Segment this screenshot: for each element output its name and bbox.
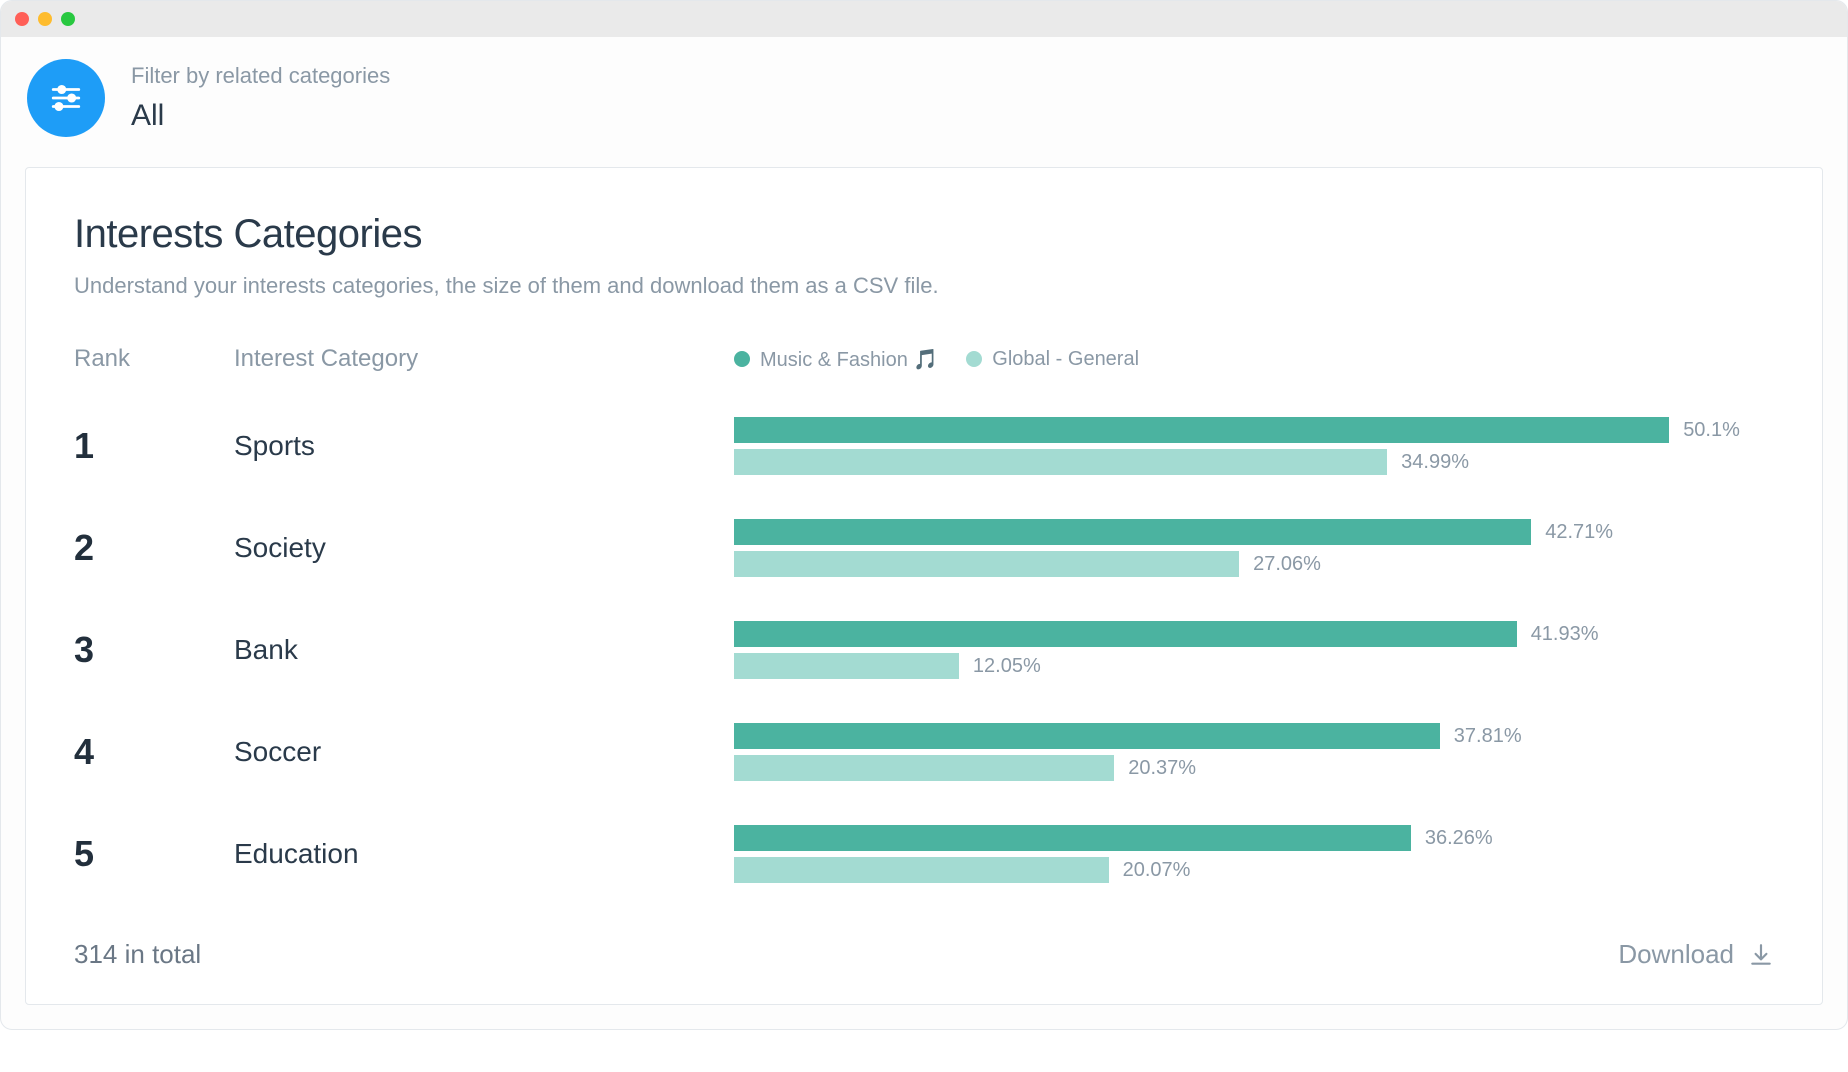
category-name: Society — [234, 532, 326, 563]
legend-primary: Music & Fashion 🎵 — [734, 347, 938, 372]
table-row: 2 Society 42.71% 27.06% — [74, 519, 1774, 577]
filter-selector[interactable]: Filter by related categories All — [131, 63, 390, 133]
table-row: 5 Education 36.26% 20.07% — [74, 825, 1774, 883]
bar-fill — [734, 857, 1109, 883]
titlebar — [1, 1, 1847, 37]
legend-primary-label: Music & Fashion 🎵 — [760, 347, 938, 372]
bar-fill — [734, 449, 1387, 475]
table-row: 4 Soccer 37.81% 20.37% — [74, 723, 1774, 781]
bar-fill — [734, 755, 1114, 781]
legend-secondary: Global - General — [966, 348, 1139, 371]
bar-primary: 37.81% — [734, 723, 1774, 749]
bar-fill — [734, 417, 1669, 443]
bar-value-label: 27.06% — [1253, 553, 1321, 576]
bar-value-label: 20.37% — [1128, 757, 1196, 780]
filter-icon[interactable] — [27, 59, 105, 137]
table-header: Rank Interest Category Music & Fashion 🎵… — [74, 345, 1774, 373]
download-button[interactable]: Download — [1618, 939, 1774, 970]
bar-fill — [734, 621, 1517, 647]
bar-fill — [734, 825, 1411, 851]
filter-label: Filter by related categories — [131, 63, 390, 89]
bar-value-label: 41.93% — [1531, 623, 1599, 646]
card-subtitle: Understand your interests categories, th… — [74, 273, 1774, 299]
category-name: Bank — [234, 634, 298, 665]
col-header-rank: Rank — [74, 345, 234, 373]
interests-table: Rank Interest Category Music & Fashion 🎵… — [74, 345, 1774, 883]
zoom-window-button[interactable] — [61, 12, 75, 26]
bar-secondary: 20.37% — [734, 755, 1774, 781]
bar-secondary: 27.06% — [734, 551, 1774, 577]
bar-value-label: 36.26% — [1425, 827, 1493, 850]
table-row: 3 Bank 41.93% 12.05% — [74, 621, 1774, 679]
legend-swatch-secondary — [966, 351, 982, 367]
bar-group: 42.71% 27.06% — [734, 519, 1774, 577]
download-icon — [1748, 942, 1774, 968]
card-footer: 314 in total Download — [74, 939, 1774, 970]
table-row: 1 Sports 50.1% 34.99% — [74, 417, 1774, 475]
category-name: Soccer — [234, 736, 321, 767]
rank-value: 5 — [74, 833, 94, 874]
filter-value: All — [131, 99, 390, 133]
bar-value-label: 34.99% — [1401, 451, 1469, 474]
chart-legend: Music & Fashion 🎵 Global - General — [734, 347, 1774, 372]
bar-fill — [734, 723, 1440, 749]
bar-fill — [734, 551, 1239, 577]
bar-value-label: 12.05% — [973, 655, 1041, 678]
bar-group: 36.26% 20.07% — [734, 825, 1774, 883]
bar-value-label: 50.1% — [1683, 419, 1740, 442]
bar-value-label: 37.81% — [1454, 725, 1522, 748]
download-button-label: Download — [1618, 939, 1734, 970]
legend-secondary-label: Global - General — [992, 348, 1139, 371]
bar-secondary: 34.99% — [734, 449, 1774, 475]
bar-fill — [734, 519, 1531, 545]
legend-swatch-primary — [734, 351, 750, 367]
bar-group: 41.93% 12.05% — [734, 621, 1774, 679]
app-window: Filter by related categories All Interes… — [0, 0, 1848, 1030]
bar-primary: 42.71% — [734, 519, 1774, 545]
col-header-category: Interest Category — [234, 345, 734, 373]
bar-group: 50.1% 34.99% — [734, 417, 1774, 475]
bar-group: 37.81% 20.37% — [734, 723, 1774, 781]
filter-bar: Filter by related categories All — [1, 37, 1847, 167]
close-window-button[interactable] — [15, 12, 29, 26]
bar-secondary: 20.07% — [734, 857, 1774, 883]
bar-fill — [734, 653, 959, 679]
category-name: Education — [234, 838, 359, 869]
rank-value: 3 — [74, 629, 94, 670]
bar-value-label: 20.07% — [1123, 859, 1191, 882]
bar-primary: 36.26% — [734, 825, 1774, 851]
bar-secondary: 12.05% — [734, 653, 1774, 679]
minimize-window-button[interactable] — [38, 12, 52, 26]
total-count: 314 in total — [74, 939, 201, 970]
bar-primary: 50.1% — [734, 417, 1774, 443]
rank-value: 4 — [74, 731, 94, 772]
category-name: Sports — [234, 430, 315, 461]
card-title: Interests Categories — [74, 212, 1774, 257]
rank-value: 1 — [74, 425, 94, 466]
rank-value: 2 — [74, 527, 94, 568]
bar-primary: 41.93% — [734, 621, 1774, 647]
bar-value-label: 42.71% — [1545, 521, 1613, 544]
interests-card: Interests Categories Understand your int… — [25, 167, 1823, 1005]
